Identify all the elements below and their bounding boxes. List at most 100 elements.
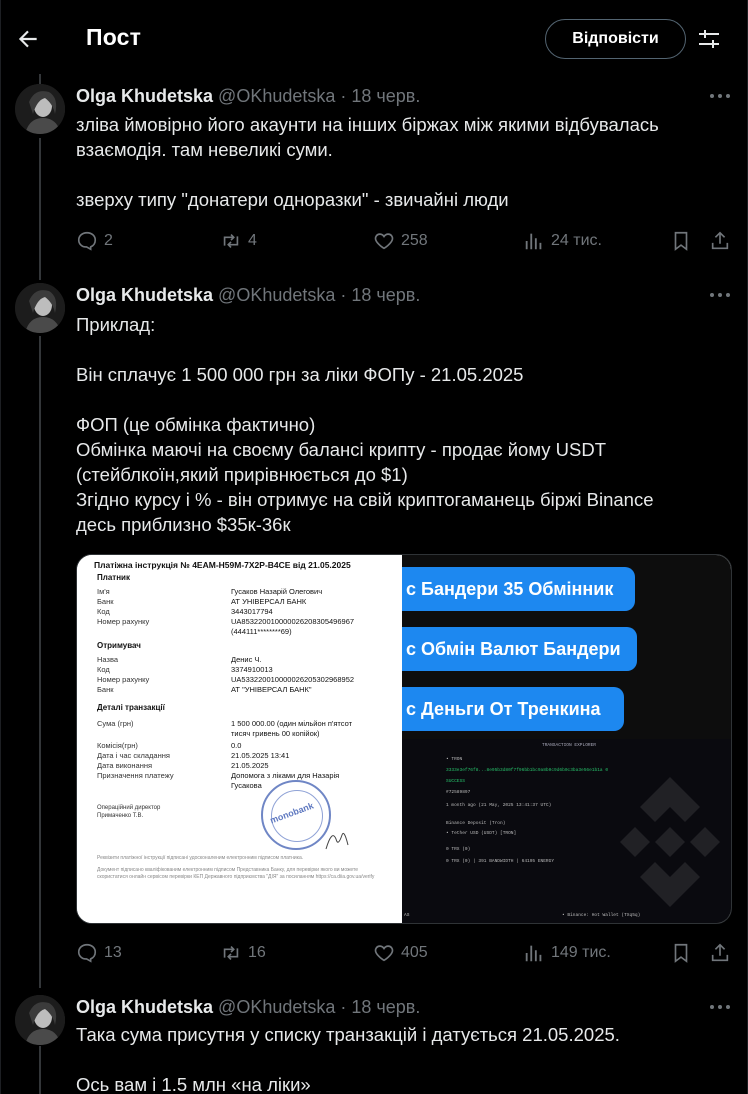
doc-label: Ім'я bbox=[97, 587, 110, 596]
explorer-line: 0 TRX (0) | 391 BANDWIDTH | 64195 ENERGY bbox=[446, 859, 555, 864]
tweet-date[interactable]: · 18 черв. bbox=[335, 285, 420, 305]
settings-sliders-icon[interactable] bbox=[697, 27, 721, 51]
doc-value: Гусаков Назарій Олегович bbox=[231, 587, 323, 596]
like-action[interactable]: 405 bbox=[373, 939, 428, 967]
doc-value: 3443017794 bbox=[231, 607, 273, 616]
views-action[interactable]: 24 тис. bbox=[523, 227, 602, 255]
tweet-date[interactable]: · 18 черв. bbox=[335, 86, 420, 106]
doc-label: Код bbox=[97, 665, 110, 674]
view-count: 149 тис. bbox=[551, 944, 611, 961]
like-count: 405 bbox=[401, 944, 428, 961]
thread-line bbox=[39, 138, 41, 280]
doc-label: Комісія(грн) bbox=[97, 741, 138, 750]
tweet-media[interactable]: Платіжна інструкція № 4EAM-H59M-7X2P-B4C… bbox=[76, 554, 732, 924]
author-handle[interactable]: @OKhudetska bbox=[218, 997, 335, 1017]
back-arrow-icon[interactable] bbox=[15, 26, 41, 52]
reply-icon bbox=[77, 231, 97, 251]
doc-fine-print: Реквізити платіжної інструкції підписані… bbox=[97, 855, 304, 861]
views-chart-icon bbox=[525, 233, 542, 250]
bookmark-action[interactable] bbox=[670, 227, 692, 255]
doc-fine-print: Документ підписано кваліфікованим електр… bbox=[97, 867, 375, 880]
more-icon[interactable] bbox=[709, 1004, 731, 1010]
doc-value: 3374910013 bbox=[231, 665, 273, 674]
reply-button[interactable]: Відповісти bbox=[545, 19, 686, 59]
avatar[interactable] bbox=[15, 283, 65, 333]
doc-label: Дата виконання bbox=[97, 761, 153, 770]
doc-title: Платіжна інструкція № 4EAM-H59M-7X2P-B4C… bbox=[94, 560, 351, 570]
reply-action[interactable]: 13 bbox=[76, 939, 122, 967]
author-name[interactable]: Olga Khudetska bbox=[76, 997, 213, 1017]
avatar[interactable] bbox=[15, 84, 65, 134]
exchange-chip: с Обмін Валют Бандери bbox=[402, 627, 637, 671]
tweet-date[interactable]: · 18 черв. bbox=[335, 997, 420, 1017]
views-action[interactable]: 149 тис. bbox=[523, 939, 611, 967]
explorer-line: 0 TRX (0) bbox=[446, 847, 471, 852]
tweet-actions: 13 16 405 149 тис. bbox=[76, 939, 736, 967]
more-icon[interactable] bbox=[709, 292, 731, 298]
doc-label: Назва bbox=[97, 655, 119, 664]
thread-line bbox=[39, 1046, 41, 1094]
share-action[interactable] bbox=[709, 939, 731, 967]
author-handle[interactable]: @OKhudetska bbox=[218, 86, 335, 106]
tweet-header: Olga Khudetska @OKhudetska · 18 черв. bbox=[76, 86, 420, 107]
share-icon bbox=[711, 943, 729, 962]
heart-icon bbox=[374, 945, 394, 962]
author-name[interactable]: Olga Khudetska bbox=[76, 86, 213, 106]
doc-value: Допомога з ліками для Назарія bbox=[231, 771, 340, 780]
repost-action[interactable]: 16 bbox=[220, 939, 266, 967]
author-name[interactable]: Olga Khudetska bbox=[76, 285, 213, 305]
avatar[interactable] bbox=[15, 995, 65, 1045]
doc-label: Номер рахунку bbox=[97, 675, 150, 684]
transaction-explorer: TRANSACTION EXPLORER • TRON 3333e3ef76f8… bbox=[402, 739, 731, 923]
more-icon[interactable] bbox=[709, 93, 731, 99]
post-page: Пост Відповісти Olga Khudetska @OKhudets… bbox=[0, 0, 748, 1094]
doc-section-receiver: Отримувач bbox=[97, 641, 141, 650]
repost-icon bbox=[223, 945, 239, 961]
doc-value: 21.05.2025 13:41 bbox=[231, 751, 290, 760]
reply-icon bbox=[77, 943, 97, 963]
share-action[interactable] bbox=[709, 227, 731, 255]
doc-value: UA533220010000026205302968952 bbox=[231, 675, 355, 684]
view-count: 24 тис. bbox=[551, 232, 602, 249]
doc-label: Номер рахунку bbox=[97, 617, 150, 626]
tweet-text: Така сума присутня у списку транзакцій і… bbox=[76, 1024, 620, 1094]
author-handle[interactable]: @OKhudetska bbox=[218, 285, 335, 305]
exchange-screenshot: с Бандери 35 Обмінник с Обмін Валют Банд… bbox=[402, 555, 731, 923]
repost-action[interactable]: 4 bbox=[220, 227, 257, 255]
reply-action[interactable]: 2 bbox=[76, 227, 113, 255]
reply-count: 13 bbox=[104, 944, 122, 961]
doc-value: АТ "УНІВЕРСАЛ БАНК" bbox=[231, 685, 312, 694]
signature bbox=[325, 832, 349, 850]
page-title: Пост bbox=[86, 24, 142, 50]
tweet-header: Olga Khudetska @OKhudetska · 18 черв. bbox=[76, 285, 420, 306]
doc-value: тисяч гривень 00 копійок) bbox=[231, 729, 320, 738]
payment-document-image: Платіжна інструкція № 4EAM-H59M-7X2P-B4C… bbox=[77, 555, 402, 923]
doc-section-payer: Платник bbox=[97, 573, 130, 582]
doc-value: Денис Ч. bbox=[231, 655, 262, 664]
explorer-title: TRANSACTION EXPLORER bbox=[542, 743, 597, 748]
reply-count: 2 bbox=[104, 232, 113, 249]
doc-value: 0.0 bbox=[231, 741, 242, 750]
doc-value: (444111********69) bbox=[231, 627, 292, 636]
bookmark-action[interactable] bbox=[670, 939, 692, 967]
thread-line bbox=[39, 74, 41, 84]
explorer-line: 1 month ago (21 May, 2025 13:41:37 UTC) bbox=[446, 803, 552, 808]
exchange-chip: с Деньги От Тренкина bbox=[402, 687, 624, 731]
doc-label: Банк bbox=[97, 597, 114, 606]
tweet-text: Приклад: Він сплачує 1 500 000 грн за лі… bbox=[76, 314, 654, 535]
doc-section-transaction: Деталі транзакції bbox=[97, 703, 165, 712]
explorer-line: #72589897 bbox=[446, 790, 471, 795]
views-chart-icon bbox=[525, 945, 542, 962]
bookmark-icon bbox=[674, 943, 688, 963]
doc-label: Банк bbox=[97, 685, 114, 694]
bookmark-icon bbox=[674, 231, 688, 251]
repost-count: 16 bbox=[248, 944, 266, 961]
tweet-actions: 2 4 258 24 тис. bbox=[76, 227, 736, 255]
thread-line bbox=[39, 336, 41, 988]
tweet-header: Olga Khudetska @OKhudetska · 18 черв. bbox=[76, 997, 420, 1018]
doc-value: АТ УНІВЕРСАЛ БАНК bbox=[231, 597, 307, 606]
binance-logo-watermark bbox=[620, 777, 720, 907]
repost-count: 4 bbox=[248, 232, 257, 249]
share-icon bbox=[711, 231, 729, 250]
like-action[interactable]: 258 bbox=[373, 227, 428, 255]
